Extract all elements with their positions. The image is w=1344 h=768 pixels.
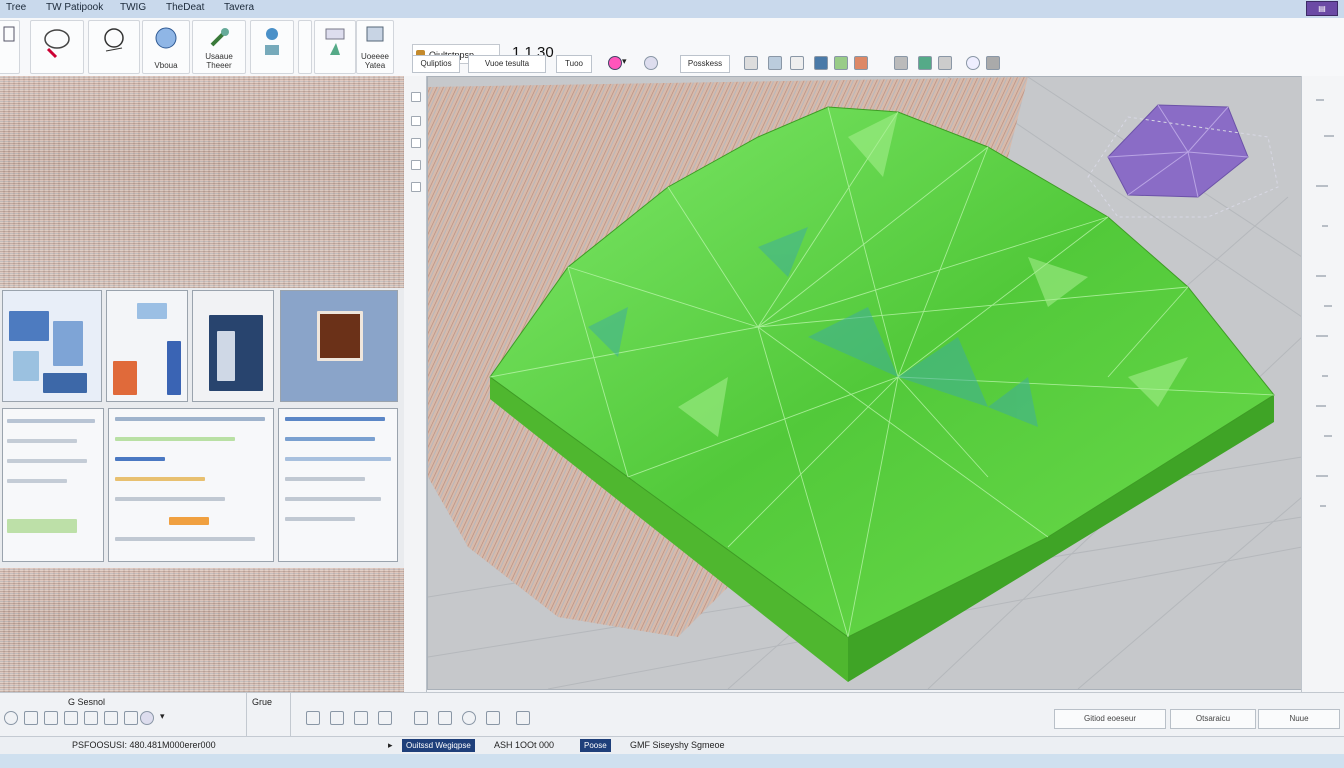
pen-tool-icon: [104, 28, 124, 52]
axis-tool-icon[interactable]: [330, 711, 344, 725]
tab-vuoe-tesulta[interactable]: Vuoe tesulta: [468, 55, 546, 73]
viewport-canvas: [428, 77, 1302, 689]
frame-tool-icon[interactable]: [306, 711, 320, 725]
right-ruler: [1301, 76, 1344, 692]
status-bar: PSFOOSUSI: 480.481M000erer000 ▸ Ouitssd …: [0, 736, 1344, 755]
cursor-button[interactable]: [314, 20, 356, 74]
thumbnail-texture[interactable]: [280, 290, 398, 402]
sphere-button-label: Vboua: [154, 61, 178, 70]
cursor-icon: [325, 28, 345, 55]
building-button-label: Uoeeee Yatea: [360, 52, 390, 70]
ruler-ticks: [1316, 99, 1334, 507]
status-coordinates: PSFOOSUSI: 480.481M000erer000: [72, 740, 216, 750]
gear-stack-button[interactable]: [250, 20, 294, 74]
flag-icon[interactable]: [854, 56, 868, 70]
menu-item-thedeat[interactable]: TheDeat: [166, 2, 204, 13]
building-icon: [366, 26, 384, 42]
window-badge[interactable]: ▤: [1306, 1, 1338, 16]
otsaraicu-button[interactable]: Otsaraicu: [1170, 709, 1256, 729]
grid-tool-icon[interactable]: [438, 711, 452, 725]
nuue-button[interactable]: Nuue: [1258, 709, 1340, 729]
layers-icon[interactable]: [834, 56, 848, 70]
sub-toolbar: Quliptios Vuoe tesulta Tuoo ▾ Posskess: [408, 52, 1344, 74]
status-value: ASH 1OOt 000: [494, 740, 555, 750]
divider-button[interactable]: [298, 20, 312, 74]
pen-button[interactable]: [0, 20, 20, 74]
wrench-button[interactable]: Usaaue Theeer: [192, 20, 246, 74]
brush-icon[interactable]: [414, 711, 428, 725]
rotate-tool-icon[interactable]: [462, 711, 476, 725]
rotate-icon[interactable]: [44, 711, 58, 725]
dropdown-icon[interactable]: ▾: [160, 711, 165, 722]
brush-icon: [44, 29, 70, 59]
menu-bar: Tree TW Patipook TWIG TheDeat Tavera ▤: [0, 0, 1344, 19]
side-icon-2[interactable]: [411, 116, 421, 126]
bottom-toolbar: G Sesnol ▾ Grue Gitiod eoeseur Otsaraicu…: [0, 692, 1344, 737]
target-icon[interactable]: [966, 56, 980, 70]
camera-icon[interactable]: [894, 56, 908, 70]
brush-button[interactable]: [30, 20, 84, 74]
gear-stack-icon: [265, 28, 279, 55]
brush-tool-icon[interactable]: [938, 56, 952, 70]
grid-icon[interactable]: [104, 711, 118, 725]
side-icon-4[interactable]: [411, 160, 421, 170]
scale-icon[interactable]: [64, 711, 78, 725]
texture-preview-bottom: [0, 568, 404, 692]
sphere-button[interactable]: Vboua: [142, 20, 190, 74]
thumbnail-chart[interactable]: [106, 290, 188, 402]
axis-icon[interactable]: [124, 711, 138, 725]
grid-icon[interactable]: [744, 56, 758, 70]
cube-icon[interactable]: [768, 56, 782, 70]
image-icon[interactable]: [918, 56, 932, 70]
menu-item-tavera[interactable]: Tavera: [224, 2, 254, 13]
status-arrow: ▸: [388, 740, 393, 750]
move-icon[interactable]: [24, 711, 38, 725]
layers-list[interactable]: [108, 408, 274, 562]
frame-icon[interactable]: [814, 56, 828, 70]
tools-label: Grue: [252, 697, 273, 707]
tab-posskess[interactable]: Posskess: [680, 55, 730, 73]
arrow-icon[interactable]: [986, 56, 1000, 70]
view-icon[interactable]: [608, 56, 622, 70]
eye-icon[interactable]: [140, 711, 154, 725]
arrows-icon[interactable]: [790, 56, 804, 70]
arrow-tool-icon[interactable]: [486, 711, 500, 725]
paint-icon[interactable]: [84, 711, 98, 725]
left-footer-label: G Sesnol: [68, 697, 106, 707]
chevron-down-icon[interactable]: ▾: [622, 56, 627, 67]
wrench-icon: [210, 28, 229, 47]
menu-item-tree[interactable]: Tree: [6, 2, 26, 13]
asset-panel: [0, 76, 405, 692]
twig-icon[interactable]: [378, 711, 392, 725]
thumbnail-room[interactable]: [192, 290, 274, 402]
gitiod-button[interactable]: Gitiod eoeseur: [1054, 709, 1166, 729]
pencil-icon[interactable]: [354, 711, 368, 725]
pen-tool-button[interactable]: [88, 20, 140, 74]
3d-viewport[interactable]: [427, 76, 1303, 690]
thumbnail-floorplan[interactable]: [2, 290, 102, 402]
snap-icon[interactable]: [516, 711, 530, 725]
outliner-list[interactable]: [278, 408, 398, 562]
footer-strip: [0, 754, 1344, 768]
status-mode[interactable]: Poose: [580, 739, 611, 752]
tab-tuoo[interactable]: Tuoo: [556, 55, 592, 73]
menu-item-twig[interactable]: TWIG: [120, 2, 146, 13]
select-icon[interactable]: [4, 711, 18, 725]
sphere-icon: [155, 27, 177, 49]
building-button[interactable]: Uoeeee Yatea: [356, 20, 394, 74]
lens-icon[interactable]: [644, 56, 658, 70]
texture-preview-top: [0, 76, 404, 288]
pen-icon: [3, 26, 15, 42]
side-icon-1[interactable]: [411, 92, 421, 102]
side-icon-5[interactable]: [411, 182, 421, 192]
menu-item-patipook[interactable]: TW Patipook: [46, 2, 103, 13]
status-selection[interactable]: Ouitssd Wegiqpse: [402, 739, 475, 752]
tab-quliptios[interactable]: Quliptios: [412, 55, 460, 73]
side-icon-3[interactable]: [411, 138, 421, 148]
properties-list[interactable]: [2, 408, 104, 562]
wrench-button-label: Usaaue Theeer: [205, 52, 233, 70]
panel-splitter[interactable]: [404, 76, 427, 692]
status-info: GMF Siseyshy Sgmeoe: [630, 740, 725, 750]
